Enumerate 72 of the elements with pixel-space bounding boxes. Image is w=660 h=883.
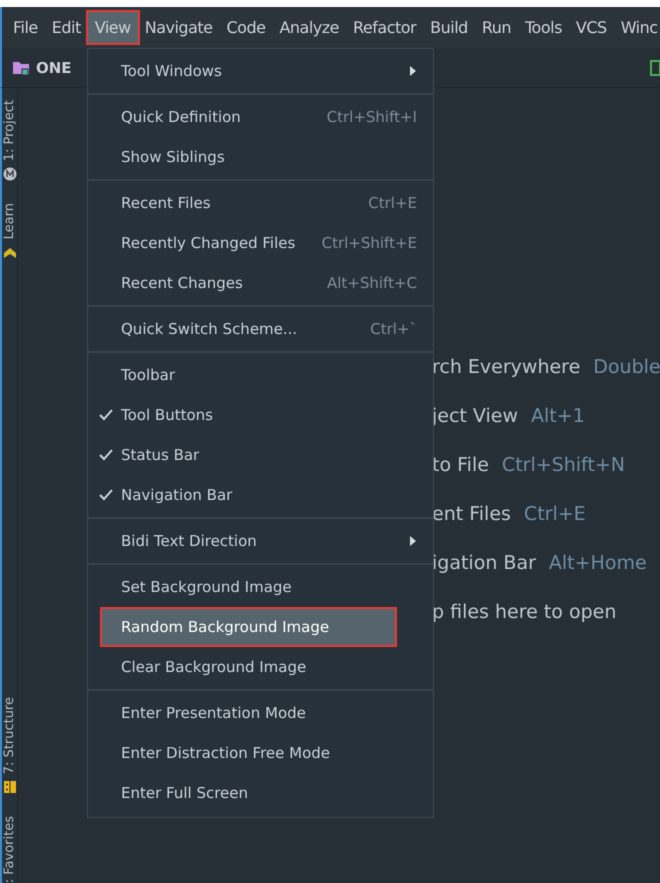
menu-item[interactable]: Tool Windows: [88, 51, 433, 91]
menu-item-label: Set Background Image: [121, 578, 293, 596]
menu-item-label: Recent Changes: [121, 274, 244, 292]
menu-item-label: Toolbar: [121, 366, 176, 384]
menu-item[interactable]: Set Background Image: [88, 567, 433, 607]
menu-item-label: Bidi Text Direction: [121, 532, 258, 550]
hint-action: igation Bar: [432, 552, 536, 574]
menu-bar-item[interactable]: View: [88, 12, 138, 43]
tool-window-tab[interactable]: 7: Structure: [2, 696, 17, 774]
hint-action: to File: [432, 454, 489, 476]
menu-item[interactable]: Show Siblings: [88, 137, 433, 177]
menu-item[interactable]: Tool Buttons: [88, 395, 433, 435]
hint-action: rch Everywhere: [432, 356, 580, 378]
hint-shortcut: Alt+1: [531, 404, 585, 426]
menu-item-shortcut: Ctrl+`: [370, 320, 417, 338]
menu-bar-item[interactable]: Code: [220, 12, 272, 43]
menu-item-label: Quick Definition: [121, 108, 242, 126]
menu-bar-item[interactable]: Analyze: [272, 12, 346, 43]
menu-item-label: Enter Full Screen: [121, 784, 250, 802]
menu-bar-item[interactable]: Edit: [44, 12, 88, 43]
circle-icon: [2, 167, 16, 182]
menu-bar-item[interactable]: Winc: [614, 12, 660, 43]
menu-item[interactable]: Recently Changed Files Ctrl+Shift+E: [88, 223, 433, 263]
menu-item[interactable]: Recent Files Ctrl+E: [88, 183, 433, 223]
hint-shortcut: Double: [593, 356, 660, 378]
menu-item-label: Tool Windows: [121, 62, 223, 80]
menu-item-label: Random Background Image: [121, 618, 330, 636]
menu-bar-item[interactable]: Tools: [518, 12, 569, 43]
menu-item-label: Show Siblings: [121, 148, 226, 166]
menu-item[interactable]: Quick Definition Ctrl+Shift+I: [88, 97, 433, 137]
menu-bar-item[interactable]: Run: [474, 12, 518, 43]
menu-item-label: Quick Switch Scheme...: [121, 320, 298, 338]
menu-item-label: Recent Files: [121, 194, 212, 212]
menu-item[interactable]: Random Background Image: [100, 607, 397, 647]
menu-bar-item[interactable]: VCS: [568, 12, 614, 43]
menu-bar-item[interactable]: Build: [423, 12, 475, 43]
menu-item-shortcut: Alt+Shift+C: [326, 274, 417, 292]
folder-icon: [12, 60, 30, 76]
menu-item[interactable]: Enter Full Screen: [88, 773, 433, 813]
hint-shortcut: Ctrl+Shift+N: [502, 454, 625, 476]
menu-item-label: Status Bar: [121, 446, 200, 464]
hint-action: ject View: [432, 404, 518, 426]
menu-bar-item[interactable]: Navigate: [138, 12, 220, 43]
menu-item[interactable]: Quick Switch Scheme... Ctrl+`: [88, 309, 433, 349]
menu-item-shortcut: Ctrl+Shift+I: [326, 108, 417, 126]
hint-action: ent Files: [432, 502, 511, 524]
tool-window-tab[interactable]: 1: Project: [2, 100, 17, 162]
menu-item[interactable]: Enter Distraction Free Mode: [88, 733, 433, 773]
menu-item[interactable]: Navigation Bar: [88, 475, 433, 515]
file-icon: [650, 60, 660, 76]
menu-item[interactable]: Recent Changes Alt+Shift+C: [88, 263, 433, 303]
menu-item-label: Enter Distraction Free Mode: [121, 744, 332, 762]
menu-item[interactable]: Toolbar: [88, 355, 433, 395]
menu-bar-item[interactable]: Refactor: [346, 12, 424, 43]
hint-shortcut: Alt+Home: [548, 552, 647, 574]
menu-item-shortcut: Ctrl+E: [368, 194, 417, 212]
tool-window-tab[interactable]: Learn: [2, 203, 17, 240]
menu-item[interactable]: Status Bar: [88, 435, 433, 475]
menu-item-label: Clear Background Image: [121, 658, 308, 676]
tool-window-tab[interactable]: : Favorites: [2, 816, 17, 883]
menu-item[interactable]: Bidi Text Direction: [88, 521, 433, 561]
menu-item[interactable]: Enter Presentation Mode: [88, 693, 433, 733]
menu-item-label: Tool Buttons: [121, 406, 214, 424]
menu-item-label: Recently Changed Files: [121, 234, 296, 252]
chevron-icon: [2, 246, 16, 260]
menu-item[interactable]: Clear Background Image: [88, 647, 433, 687]
hint-shortcut: Ctrl+E: [524, 502, 586, 524]
menu-bar-item[interactable]: File: [6, 12, 45, 43]
menu-item-shortcut: Ctrl+Shift+E: [322, 234, 417, 252]
menu-item-label: Enter Presentation Mode: [121, 704, 307, 722]
menu-item-label: Navigation Bar: [121, 486, 234, 504]
structure-icon: [2, 780, 16, 794]
